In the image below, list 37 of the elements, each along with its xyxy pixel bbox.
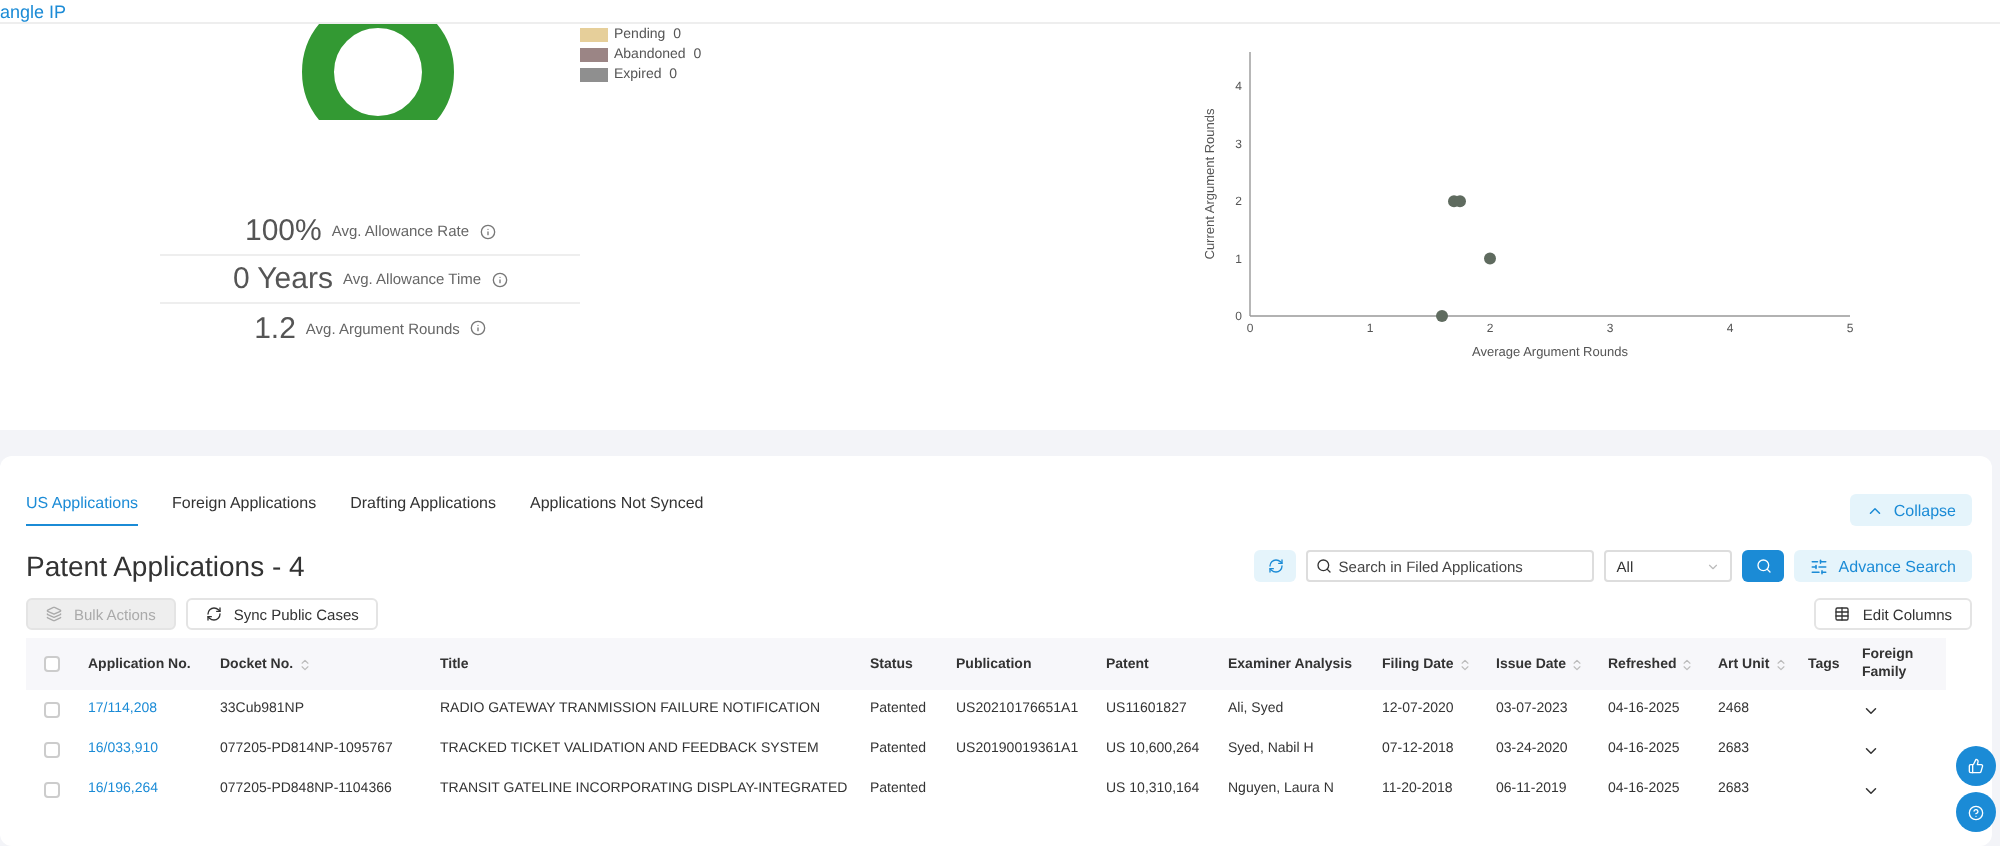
help-icon [1968,801,1984,823]
data-point [1484,252,1496,265]
tab[interactable]: Drafting Applications [350,494,497,526]
sliders-icon [1810,557,1829,575]
sync-icon [205,606,222,622]
tab[interactable]: US Applications [26,494,139,526]
stat-value: 1.2 [254,311,296,345]
tab[interactable]: Applications Not Synced [530,494,704,526]
stat-value: 100% [244,214,322,248]
row-checkbox[interactable] [44,742,60,758]
info-icon[interactable] [491,271,508,287]
like-button[interactable] [1956,746,1996,786]
select-all-checkbox[interactable] [44,656,60,672]
stat-value: 0 Years [232,262,333,296]
tab[interactable]: Foreign Applications [172,494,317,526]
search-icon [1316,558,1333,574]
refresh-button[interactable] [1254,550,1297,582]
layers-icon [46,606,62,622]
section-heading: Patent Applications - 4 [26,550,305,582]
info-icon[interactable] [479,223,496,239]
refresh-icon [1267,558,1284,574]
search-button[interactable] [1742,550,1785,582]
data-point [1436,310,1448,322]
sort-icon[interactable] [1457,657,1472,671]
sort-icon[interactable] [1773,657,1788,671]
row-checkbox[interactable] [44,782,60,798]
brand-link[interactable]: angle IP [0,2,67,22]
table-icon [1834,606,1851,622]
help-button[interactable] [1956,792,1996,832]
info-icon[interactable] [469,320,486,336]
row-checkbox[interactable] [44,702,60,718]
thumbs-up-icon [1968,756,1984,776]
sort-icon[interactable] [297,657,312,671]
search-icon [1755,558,1772,574]
sort-icon[interactable] [1680,657,1695,671]
sort-icon[interactable] [1570,657,1585,671]
caret-icon [1706,559,1721,573]
